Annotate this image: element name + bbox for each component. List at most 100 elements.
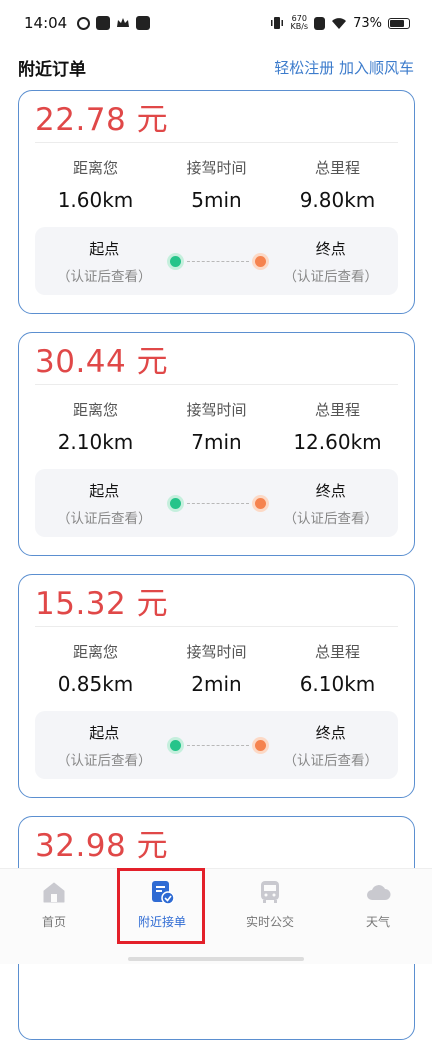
start-hint: （认证后查看） (57, 268, 152, 285)
app-notification-icon (77, 16, 91, 30)
tab-realtime-bus[interactable]: 实时公交 (216, 869, 324, 964)
route-end: 终点 （认证后查看） (284, 722, 379, 769)
stat-distance: 距离您 0.85km (36, 641, 156, 711)
stat-label: 总里程 (314, 401, 360, 419)
stat-label: 距离您 (72, 401, 118, 419)
stat-label: 距离您 (72, 643, 118, 661)
route-start: 起点 （认证后查看） (57, 238, 152, 285)
stat-label: 总里程 (314, 159, 360, 177)
stat-value: 2min (191, 672, 242, 696)
stat-label: 接驾时间 (186, 643, 247, 661)
order-price: 22.78 元 (35, 102, 169, 138)
stat-pickup-time: 接驾时间 2min (157, 641, 277, 711)
end-hint: （认证后查看） (283, 510, 379, 527)
start-hint: （认证后查看） (57, 510, 152, 527)
order-price: 30.44 元 (35, 344, 169, 380)
stat-value: 6.10km (299, 672, 376, 696)
register-link[interactable]: 轻松注册 加入顺风车 (274, 57, 414, 78)
wifi-icon (332, 17, 347, 29)
stat-pickup-time: 接驾时间 5min (157, 157, 277, 227)
route-dash (186, 260, 249, 262)
start-dot-icon (169, 739, 181, 751)
bus-icon (261, 881, 279, 903)
home-icon (43, 882, 65, 903)
tab-weather[interactable]: 天气 (324, 869, 432, 964)
stat-total-mileage: 总里程 6.10km (278, 641, 398, 711)
status-left: 14:04 (24, 14, 151, 32)
start-label: 起点 (89, 239, 120, 258)
end-dot-icon (254, 497, 266, 509)
route-start: 起点 （认证后查看） (57, 722, 152, 769)
stat-value: 0.85km (57, 672, 134, 696)
stat-value: 7min (191, 430, 242, 454)
start-dot-icon (169, 497, 181, 509)
price-row: 15.32 元 (35, 575, 398, 627)
crown-icon (117, 18, 130, 27)
sim-icon (314, 16, 326, 30)
stat-value: 9.80km (299, 188, 376, 212)
start-label: 起点 (89, 723, 120, 742)
route-line (169, 497, 266, 509)
bottom-tab-bar: 首页 附近接单 实时公交 天气 (0, 868, 432, 964)
price-row: 32.98 元 (35, 817, 398, 869)
order-card[interactable]: 15.32 元 距离您 0.85km 接驾时间 2min 总里程 6.10km … (18, 574, 415, 798)
stat-total-mileage: 总里程 12.60km (278, 399, 398, 469)
stat-value: 12.60km (293, 430, 382, 454)
route-line (169, 255, 266, 267)
route-dash (186, 502, 249, 504)
tiktok-icon (136, 16, 151, 30)
stat-value: 2.10km (57, 430, 134, 454)
battery-percent: 73% (353, 15, 382, 31)
stat-distance: 距离您 2.10km (36, 399, 156, 469)
order-price: 15.32 元 (35, 586, 169, 622)
start-label: 起点 (89, 481, 120, 500)
stat-value: 1.60km (57, 188, 134, 212)
order-price: 32.98 元 (35, 828, 169, 864)
order-card[interactable]: 30.44 元 距离您 2.10km 接驾时间 7min 总里程 12.60km… (18, 332, 415, 556)
price-row: 30.44 元 (35, 333, 398, 385)
stat-pickup-time: 接驾时间 7min (157, 399, 277, 469)
home-indicator (128, 957, 304, 961)
start-hint: （认证后查看） (57, 752, 152, 769)
stat-total-mileage: 总里程 9.80km (278, 157, 398, 227)
end-label: 终点 (315, 723, 346, 742)
status-time: 14:04 (24, 14, 68, 32)
price-row: 22.78 元 (35, 91, 398, 143)
route-start: 起点 （认证后查看） (57, 480, 152, 527)
order-card[interactable]: 22.78 元 距离您 1.60km 接驾时间 5min 总里程 9.80km … (18, 90, 415, 314)
order-stats: 距离您 0.85km 接驾时间 2min 总里程 6.10km (35, 627, 398, 711)
order-stats: 距离您 1.60km 接驾时间 5min 总里程 9.80km (35, 143, 398, 227)
end-hint: （认证后查看） (283, 752, 379, 769)
cloud-icon (367, 885, 391, 900)
page-header: 附近订单 轻松注册 加入顺风车 (0, 52, 432, 82)
tab-label: 首页 (41, 915, 66, 929)
net-speed-unit: KB/s (290, 22, 309, 31)
stat-label: 距离您 (72, 159, 118, 177)
status-bar: 14:04 670 KB/s 73% (0, 0, 432, 46)
end-dot-icon (254, 739, 266, 751)
stat-value: 5min (191, 188, 242, 212)
stat-label: 总里程 (314, 643, 360, 661)
route-box: 起点 （认证后查看） 终点 （认证后查看） (35, 469, 398, 537)
order-stats: 距离您 2.10km 接驾时间 7min 总里程 12.60km (35, 385, 398, 469)
end-dot-icon (254, 255, 266, 267)
route-box: 起点 （认证后查看） 终点 （认证后查看） (35, 711, 398, 779)
tab-label: 实时公交 (245, 915, 294, 929)
end-label: 终点 (315, 239, 346, 258)
route-box: 起点 （认证后查看） 终点 （认证后查看） (35, 227, 398, 295)
battery-icon (388, 17, 410, 29)
highlight-box (117, 868, 205, 944)
page-title: 附近订单 (18, 59, 86, 80)
tab-home[interactable]: 首页 (0, 869, 108, 964)
route-end: 终点 （认证后查看） (284, 480, 379, 527)
stat-distance: 距离您 1.60km (36, 157, 156, 227)
route-line (169, 739, 266, 751)
stat-label: 接驾时间 (186, 159, 247, 177)
net-speed: 670 KB/s (290, 15, 308, 31)
tab-label: 天气 (365, 915, 390, 929)
route-dash (186, 744, 249, 746)
stat-label: 接驾时间 (186, 401, 247, 419)
cc-app-icon (96, 16, 111, 30)
route-end: 终点 （认证后查看） (284, 238, 379, 285)
status-right: 670 KB/s 73% (270, 15, 410, 31)
